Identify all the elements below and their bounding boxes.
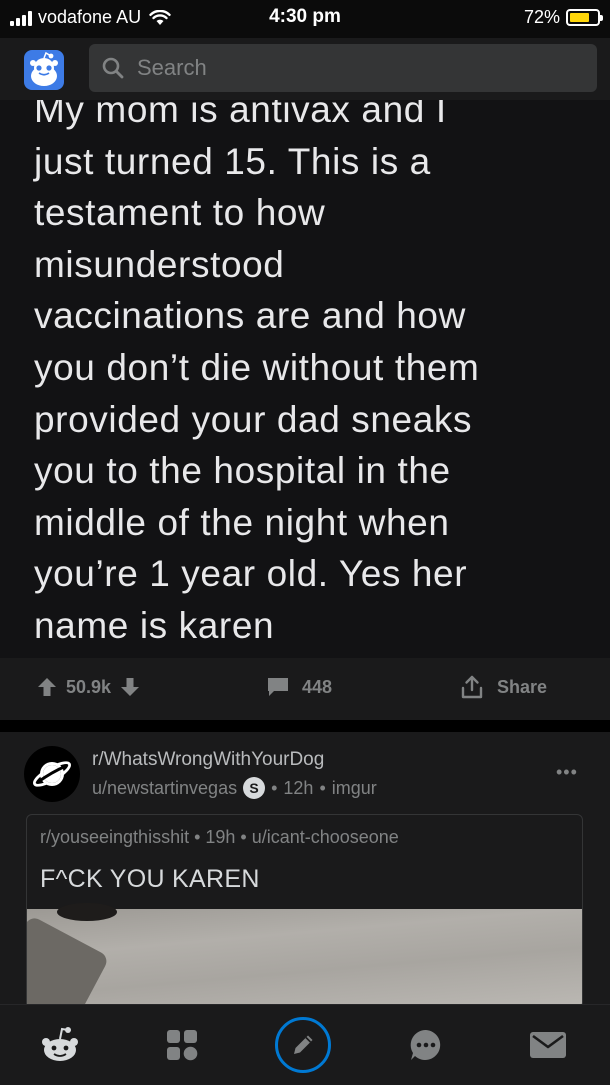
share-button[interactable]: Share <box>459 674 547 700</box>
status-right: 72% <box>523 7 603 28</box>
user-badge-icon: S <box>243 777 266 799</box>
mail-icon <box>530 1032 566 1058</box>
crosspost-meta: r/youseeingthisshit • 19h • u/icant-choo… <box>40 827 399 847</box>
bottom-tab-bar <box>0 1004 610 1085</box>
comment-count: 448 <box>302 676 333 697</box>
crosspost-thumbnail[interactable] <box>27 903 582 1008</box>
upvote-icon[interactable] <box>36 676 58 698</box>
vote-group: 50.9k <box>36 676 141 698</box>
crosspost-title: F^CK YOU KAREN <box>40 865 260 893</box>
search-input[interactable] <box>137 55 557 81</box>
post-author[interactable]: u/newstartinvegas <box>92 778 237 799</box>
tab-inbox[interactable] <box>520 1017 576 1073</box>
crosspost-card[interactable]: r/youseeingthisshit • 19h • u/icant-choo… <box>26 814 583 1009</box>
share-icon <box>461 675 483 699</box>
post-divider <box>0 720 610 732</box>
downvote-icon[interactable] <box>119 676 141 698</box>
post-action-bar: 50.9k 448 Share <box>0 658 610 720</box>
tab-communities[interactable] <box>154 1017 210 1073</box>
battery-icon <box>566 9 603 26</box>
post-age: 12h <box>283 777 314 798</box>
subreddit-planet-icon[interactable] <box>24 746 80 802</box>
battery-percent: 72% <box>523 7 560 27</box>
vote-count: 50.9k <box>66 676 112 697</box>
tab-home[interactable] <box>32 1017 88 1073</box>
post-meta: u/newstartinvegas S • 12h • imgur <box>92 777 377 799</box>
chat-bubble-icon <box>410 1029 441 1060</box>
search-bar[interactable] <box>89 44 597 92</box>
status-bar: vodafone AU 4:30 pm 72% <box>0 0 610 38</box>
pencil-icon <box>294 1035 313 1054</box>
post-card[interactable]: r/WhatsWrongWithYourDog u/newstartinvega… <box>0 732 610 1009</box>
battery-fill <box>570 13 589 22</box>
app-header <box>0 38 610 100</box>
comments-button[interactable]: 448 <box>266 676 332 698</box>
subreddit-name[interactable]: r/WhatsWrongWithYourDog <box>92 749 324 771</box>
comment-icon <box>268 678 288 696</box>
post-image-text: My mom is antivax and I just turned 15. … <box>34 100 480 646</box>
snoo-avatar-icon[interactable] <box>24 50 64 90</box>
communities-grid-icon <box>167 1030 198 1061</box>
home-snoo-icon <box>42 1027 78 1061</box>
search-icon <box>102 57 124 79</box>
post-image[interactable]: My mom is antivax and I just turned 15. … <box>0 100 610 658</box>
tab-chat[interactable] <box>398 1017 454 1073</box>
post-domain[interactable]: imgur <box>332 778 377 799</box>
share-label: Share <box>497 676 548 697</box>
status-time: 4:30 pm <box>269 6 341 27</box>
more-options-icon[interactable]: ••• <box>556 762 578 783</box>
tab-create-post[interactable] <box>275 1017 331 1073</box>
